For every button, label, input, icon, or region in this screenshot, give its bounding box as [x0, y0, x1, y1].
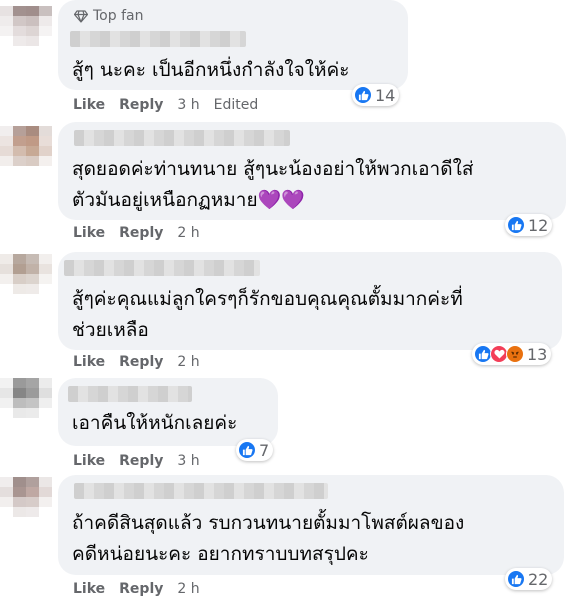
timestamp[interactable]: 3 h — [177, 453, 199, 469]
comment-actions: Like Reply 2 h — [73, 354, 200, 370]
comment-text: สู้ๆ นะคะ เป็นอีกหนึ่งกำลังใจให้ค่ะ — [72, 59, 350, 81]
top-fan-label: Top fan — [93, 8, 144, 24]
avatar[interactable] — [0, 254, 52, 294]
reply-button[interactable]: Reply — [119, 453, 163, 469]
comment-item: ถ้าคดีสินสุดแล้ว รบกวนทนายตั้มมาโพสต์ผลข… — [0, 473, 584, 603]
reply-button[interactable]: Reply — [119, 97, 163, 113]
timestamp[interactable]: 2 h — [177, 581, 199, 597]
comment-item: เอาคืนให้หนักเลยค่ะ 7 Like Reply 3 h — [0, 376, 584, 473]
commenter-name[interactable] — [64, 260, 260, 276]
comment-actions: Like Reply 2 h — [73, 581, 200, 597]
comment-item: Top fan สู้ๆ นะคะ เป็นอีกหนึ่งกำลังใจให้… — [0, 0, 584, 118]
reply-button[interactable]: Reply — [119, 225, 163, 241]
comment-actions: Like Reply 2 h — [73, 225, 200, 241]
edited-label: Edited — [213, 97, 259, 113]
like-icon — [507, 570, 525, 588]
avatar[interactable] — [0, 6, 52, 46]
commenter-name[interactable] — [74, 130, 290, 146]
reaction-count: 14 — [375, 85, 396, 105]
commenter-name[interactable] — [74, 483, 328, 499]
reaction-summary[interactable]: 13 — [472, 343, 552, 365]
like-button[interactable]: Like — [73, 354, 105, 370]
comment-actions: Like Reply 3 h Edited — [73, 97, 258, 113]
reaction-count: 22 — [528, 569, 549, 589]
comment-actions: Like Reply 3 h — [73, 453, 200, 469]
avatar[interactable] — [0, 477, 52, 517]
like-button[interactable]: Like — [73, 97, 105, 113]
comment-bubble: ถ้าคดีสินสุดแล้ว รบกวนทนายตั้มมาโพสต์ผลข… — [58, 475, 564, 575]
comment-bubble: Top fan สู้ๆ นะคะ เป็นอีกหนึ่งกำลังใจให้… — [58, 0, 408, 90]
timestamp[interactable]: 2 h — [177, 354, 199, 370]
avatar[interactable] — [0, 126, 52, 166]
like-button[interactable]: Like — [73, 581, 105, 597]
reaction-summary[interactable]: 14 — [352, 84, 400, 106]
top-fan-badge: Top fan — [74, 8, 143, 24]
commenter-name[interactable] — [70, 31, 246, 47]
reaction-count: 7 — [259, 440, 270, 460]
timestamp[interactable]: 2 h — [177, 225, 199, 241]
timestamp[interactable]: 3 h — [177, 97, 199, 113]
comment-bubble: สุดยอดค่ะท่านทนาย สู้ๆนะน้องอย่าให้พวกเอ… — [58, 122, 566, 220]
comment-text: เอาคืนให้หนักเลยค่ะ — [72, 412, 238, 434]
comment-bubble: สู้ๆค่ะคุณแม่ลูกใครๆก็รักขอบคุณคุณตั้มมา… — [58, 252, 562, 350]
comment-text: สู้ๆค่ะคุณแม่ลูกใครๆก็รักขอบคุณคุณตั้มมา… — [72, 288, 463, 341]
commenter-name[interactable] — [68, 386, 192, 402]
reaction-count: 12 — [528, 215, 549, 235]
like-icon — [354, 86, 372, 104]
comment-item: สู้ๆค่ะคุณแม่ลูกใครๆก็รักขอบคุณคุณตั้มมา… — [0, 248, 584, 376]
comment-bubble: เอาคืนให้หนักเลยค่ะ — [58, 378, 278, 446]
diamond-icon — [74, 9, 88, 23]
reply-button[interactable]: Reply — [119, 581, 163, 597]
like-icon — [238, 441, 256, 459]
reply-button[interactable]: Reply — [119, 354, 163, 370]
like-button[interactable]: Like — [73, 453, 105, 469]
like-icon — [507, 216, 525, 234]
avatar[interactable] — [0, 378, 52, 418]
like-button[interactable]: Like — [73, 225, 105, 241]
reaction-summary[interactable]: 12 — [505, 214, 553, 236]
comment-text: สุดยอดค่ะท่านทนาย สู้ๆนะน้องอย่าให้พวกเอ… — [72, 158, 474, 211]
comment-text: ถ้าคดีสินสุดแล้ว รบกวนทนายตั้มมาโพสต์ผลข… — [72, 512, 465, 565]
reaction-summary[interactable]: 22 — [505, 568, 553, 590]
comment-item: สุดยอดค่ะท่านทนาย สู้ๆนะน้องอย่าให้พวกเอ… — [0, 118, 584, 248]
reaction-summary[interactable]: 7 — [236, 439, 274, 461]
reaction-count: 13 — [527, 344, 548, 364]
angry-icon — [506, 345, 524, 363]
